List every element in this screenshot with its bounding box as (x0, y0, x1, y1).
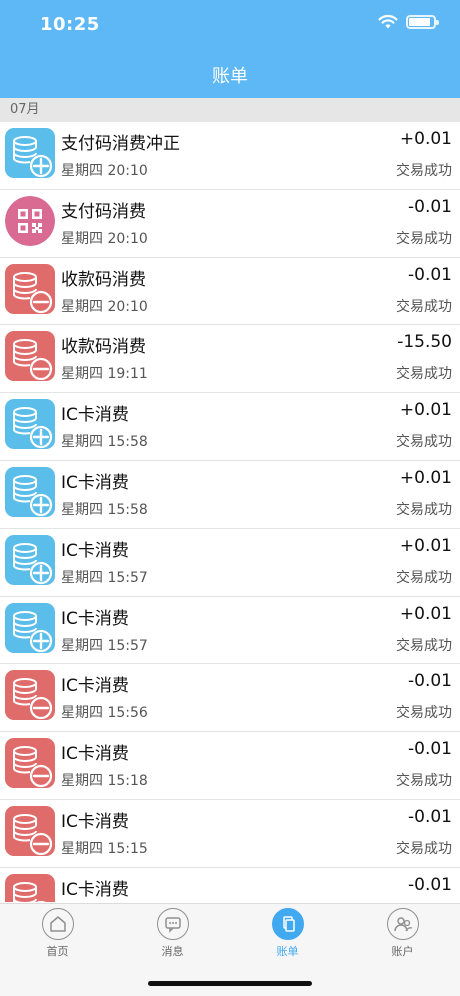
transaction-title: IC卡消费 (61, 540, 129, 561)
transaction-time: 星期四 15:58 (61, 434, 148, 451)
transaction-status: 交易成功 (396, 569, 452, 586)
transaction-amount: -0.01 (408, 874, 452, 895)
transaction-amount: -0.01 (408, 264, 452, 285)
transaction-title: 支付码消费 (61, 201, 146, 222)
month-section-header: 07月 (0, 98, 460, 122)
transaction-row[interactable]: 支付码消费冲正星期四 20:10 +0.01 交易成功 (0, 122, 460, 190)
coins-plus-icon (5, 602, 55, 653)
transaction-row[interactable]: IC卡消费星期四 15:58 +0.01 交易成功 (0, 393, 460, 461)
transaction-time: 星期四 20:10 (61, 230, 148, 247)
tab-label: 账单 (276, 945, 299, 958)
status-icons (378, 14, 439, 30)
transaction-status: 交易成功 (396, 366, 452, 383)
tab-bills[interactable]: 账单 (230, 908, 345, 968)
transaction-row[interactable]: IC卡消费星期四 15:15 -0.01 交易成功 (0, 799, 460, 868)
bill-icon (271, 908, 304, 940)
coins-minus-icon (5, 805, 55, 856)
tab-label: 消息 (161, 945, 184, 958)
transaction-row[interactable]: IC卡消费星期四 15:57 +0.01 交易成功 (0, 596, 460, 665)
transaction-row[interactable]: IC卡消费 -0.01 (0, 867, 460, 902)
transaction-amount: -0.01 (408, 806, 452, 827)
coins-minus-icon (5, 738, 55, 789)
transaction-row[interactable]: 收款码消费星期四 20:10 -0.01 交易成功 (0, 257, 460, 326)
transaction-amount: +0.01 (399, 400, 452, 421)
battery-icon (406, 15, 439, 29)
transaction-title: 收款码消费 (61, 269, 146, 290)
transaction-amount: +0.01 (399, 129, 452, 149)
coins-minus-icon (5, 331, 55, 382)
transaction-row[interactable]: IC卡消费星期四 15:18 -0.01 交易成功 (0, 732, 460, 800)
tab-messages[interactable]: 消息 (115, 908, 230, 968)
coins-minus-icon (5, 873, 55, 902)
transaction-row[interactable]: IC卡消费星期四 15:56 -0.01 交易成功 (0, 664, 460, 733)
transaction-amount: -0.01 (408, 196, 452, 217)
tab-label: 首页 (46, 945, 69, 958)
transaction-amount: +0.01 (399, 603, 452, 624)
transaction-amount: -0.01 (408, 739, 452, 760)
transaction-status: 交易成功 (396, 501, 452, 518)
home-indicator (148, 981, 312, 986)
coins-minus-icon (5, 263, 55, 314)
transaction-title: IC卡消费 (61, 811, 129, 832)
page-title: 账单 (212, 66, 248, 87)
transaction-time: 星期四 15:56 (61, 705, 148, 722)
transaction-time: 星期四 20:10 (61, 163, 148, 179)
transaction-status: 交易成功 (396, 773, 452, 790)
wifi-icon (378, 14, 398, 29)
transaction-time: 星期四 15:57 (61, 637, 148, 654)
transaction-status: 交易成功 (396, 637, 452, 654)
transaction-time: 星期四 15:57 (61, 569, 148, 586)
tab-account[interactable]: 账户 (345, 908, 460, 968)
coins-plus-icon (5, 534, 55, 585)
account-icon (386, 908, 419, 940)
tab-bar: 首页 消息 账单 账户 (0, 903, 460, 996)
transaction-title: 收款码消费 (61, 337, 146, 358)
transaction-row[interactable]: 支付码消费星期四 20:10 -0.01 交易成功 (0, 189, 460, 258)
status-time: 10:25 (40, 14, 100, 35)
transaction-status: 交易成功 (396, 163, 452, 179)
tab-label: 账户 (391, 945, 414, 958)
transaction-row[interactable]: IC卡消费星期四 15:57 +0.01 交易成功 (0, 528, 460, 597)
transaction-title: IC卡消费 (61, 472, 129, 493)
home-icon (41, 908, 74, 940)
qr-code-icon (5, 195, 55, 246)
app-header: 10:25 账单 (0, 0, 460, 98)
coins-plus-icon (5, 128, 55, 178)
coins-plus-icon (5, 399, 55, 450)
transaction-amount: -0.01 (408, 671, 452, 692)
tab-home[interactable]: 首页 (0, 908, 115, 968)
message-icon (156, 908, 189, 940)
transaction-time: 星期四 19:11 (61, 366, 148, 383)
transaction-status: 交易成功 (396, 434, 452, 451)
transaction-status: 交易成功 (396, 705, 452, 722)
coins-minus-icon (5, 670, 55, 721)
transaction-title: IC卡消费 (61, 608, 129, 629)
transaction-row[interactable]: 收款码消费星期四 19:11 -15.50 交易成功 (0, 325, 460, 394)
transaction-status: 交易成功 (396, 230, 452, 247)
transaction-time: 星期四 15:18 (61, 773, 148, 790)
transaction-title: IC卡消费 (61, 676, 129, 697)
coins-plus-icon (5, 466, 55, 517)
transaction-time: 星期四 20:10 (61, 298, 148, 315)
transaction-list[interactable]: 支付码消费冲正 星期四 20:10 +0.01 交易成功 支付码消费 星期四 20:10-… (0, 122, 460, 902)
transaction-title: IC卡消费 (61, 879, 129, 900)
transaction-amount: -15.50 (397, 332, 452, 353)
transaction-amount: +0.01 (399, 467, 452, 488)
transaction-amount: +0.01 (399, 535, 452, 556)
transaction-title: IC卡消费 (61, 744, 129, 765)
transaction-title: 支付码消费冲正 (61, 134, 180, 154)
transaction-time: 星期四 15:58 (61, 501, 148, 518)
transaction-status: 交易成功 (396, 298, 452, 315)
transaction-title: IC卡消费 (61, 405, 129, 426)
transaction-status: 交易成功 (396, 840, 452, 857)
transaction-time: 星期四 15:15 (61, 840, 148, 857)
transaction-row[interactable]: IC卡消费星期四 15:58 +0.01 交易成功 (0, 460, 460, 529)
